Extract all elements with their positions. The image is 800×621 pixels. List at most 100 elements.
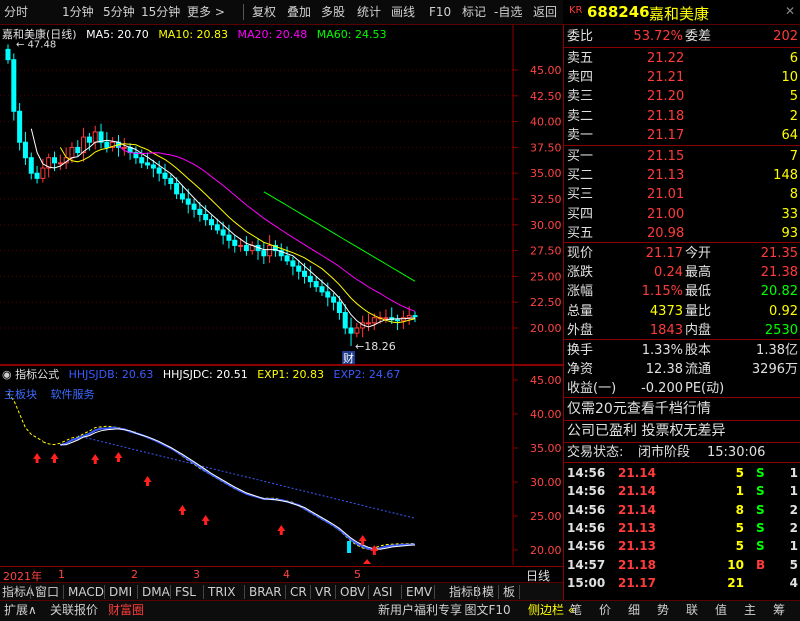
toolbar-tongji[interactable]: 统计 <box>357 3 381 21</box>
toolbar-fenshi[interactable]: 分时 <box>4 3 28 21</box>
ind-y-tick-label: 45.00 <box>530 374 562 387</box>
toolbar-diejia[interactable]: 叠加 <box>287 3 311 21</box>
bottom-right-tab[interactable]: 新用户福利专享 <box>378 602 462 618</box>
tick-time: 14:56 <box>567 539 606 554</box>
indicator-tab[interactable]: FSL <box>175 584 196 600</box>
bid-volume: 33 <box>781 206 798 222</box>
side-tool-icon[interactable]: 联 <box>686 602 698 618</box>
indicator-tab[interactable]: 模 <box>482 584 494 600</box>
ask-price: 21.18 <box>647 108 685 124</box>
bottom-right-tab[interactable]: 图文F10 <box>465 602 511 618</box>
stat2-row: 换手 1.33% 股本 1.38亿 <box>564 341 800 360</box>
main-chart-title: 嘉和美康(日线) <box>2 28 77 41</box>
toolbar-huaxian[interactable]: 画线 <box>391 3 415 21</box>
toolbar-biaoji[interactable]: 标记 <box>462 3 486 21</box>
indicator-settings-icon[interactable]: ◉ <box>2 368 12 381</box>
stat-value: 21.35 <box>760 246 798 261</box>
indicator-tab[interactable]: OBV <box>340 584 366 600</box>
indicator-tab[interactable]: DMI <box>109 584 132 600</box>
promo-profit-text[interactable]: 公司已盈利 投票权无差异 <box>567 422 725 441</box>
promo-qiandang-text[interactable]: 仅需20元查看千档行情 <box>567 400 711 419</box>
toolbar-more[interactable]: 更多 > <box>187 3 225 21</box>
candle-body <box>302 270 308 277</box>
indicator-tab[interactable]: 窗口 <box>35 584 59 600</box>
stat2-row: 净资 12.38 流通 3296万 <box>564 360 800 379</box>
side-tool-icon[interactable]: 势 <box>657 602 669 618</box>
bid-volume: 148 <box>773 168 798 184</box>
promo-profit[interactable]: 公司已盈利 投票权无差异 <box>564 422 800 441</box>
side-tool-icon[interactable]: 笔 <box>570 602 582 618</box>
stat-value: 2530 <box>764 322 798 338</box>
stock-name: 嘉和美康 <box>649 5 710 23</box>
bottom-right-tab[interactable]: 侧边栏 « <box>528 602 575 618</box>
toolbar-1min[interactable]: 1分钟 <box>62 3 94 21</box>
tick-row: 14:57 21.18 10 B 5 <box>564 556 800 575</box>
stat-label: 总量 <box>567 303 594 319</box>
indicator-tab[interactable]: CR <box>290 584 307 600</box>
x-label-2: 2 <box>131 568 138 581</box>
stat-row: 涨跌 0.24 最高 21.38 <box>564 263 800 282</box>
tick-time: 15:00 <box>567 575 606 590</box>
indicator-tab[interactable]: TRIX <box>208 584 235 600</box>
candle-body <box>365 322 371 325</box>
candle-body <box>28 157 34 174</box>
candle-body <box>354 327 360 334</box>
indicator-tab[interactable]: EMV <box>406 584 432 600</box>
tick-side: S <box>756 539 765 554</box>
candle-body <box>5 48 11 61</box>
bottom-tab[interactable]: 扩展∧ <box>4 602 37 618</box>
side-tool-icon[interactable]: 值 <box>715 602 727 618</box>
candle-body <box>17 110 23 143</box>
toolbar-duogu[interactable]: 多股 <box>321 3 345 21</box>
ad-link-software[interactable]: 软件服务 <box>51 388 95 401</box>
toolbar-fanhui[interactable]: 返回 <box>533 3 557 21</box>
tick-count: 4 <box>789 575 798 590</box>
side-tool-icon[interactable]: 细 <box>628 602 640 618</box>
weicha-label: 委差 <box>685 29 712 44</box>
side-tool-icon[interactable]: 筹 <box>773 602 785 618</box>
side-tool-icon[interactable]: 价 <box>599 602 611 618</box>
indicator-tab[interactable]: 板 <box>503 584 515 600</box>
tick-volume: 5 <box>735 539 744 554</box>
indicator-tab[interactable]: BRAR <box>249 584 282 600</box>
toolbar-5min[interactable]: 5分钟 <box>103 3 135 21</box>
trade-status-row: 交易状态: 闭市阶段 15:30:06 <box>564 443 800 462</box>
candle-body <box>395 319 401 322</box>
stat-value: 0.24 <box>654 265 683 281</box>
promo-qiandang[interactable]: 仅需20元查看千档行情 <box>564 400 800 419</box>
candle-body <box>75 146 81 154</box>
ask-volume: 64 <box>781 127 798 143</box>
ask-row: 卖一 21.17 64 <box>564 126 800 145</box>
stat-label: 现价 <box>567 246 594 261</box>
candle-body <box>179 193 185 200</box>
kline-chart[interactable]: 45.00 42.50 40.00 37.50 35.00 32.50 30.00 27.50… <box>0 25 563 365</box>
tick-time: 14:56 <box>567 466 606 480</box>
tick-side: S <box>756 502 765 517</box>
candle-body <box>191 203 197 210</box>
side-tool-icon[interactable]: 主 <box>744 602 756 618</box>
candle-body <box>104 141 110 148</box>
indicator-tab[interactable]: VR <box>315 584 332 600</box>
candle-body <box>86 136 92 143</box>
toolbar-fuquan[interactable]: 复权 <box>252 3 276 21</box>
bid-price: 20.98 <box>647 225 685 241</box>
indicator-tab[interactable]: ASI <box>373 584 392 600</box>
toolbar-15min[interactable]: 15分钟 <box>141 3 180 21</box>
indicator-tab[interactable]: DMA <box>142 584 170 600</box>
weibi-row: 委比 53.72% 委差 202 <box>564 27 800 46</box>
bottom-tab[interactable]: 财富圈 <box>108 602 144 618</box>
cai-label[interactable]: 财 <box>343 351 354 365</box>
tick-row: 14:56 21.13 5 S 1 <box>564 537 800 556</box>
toolbar-f10[interactable]: F10 <box>429 3 451 21</box>
ind-y-tick-label: 30.00 <box>530 476 562 489</box>
indicator-title[interactable]: 指标公式 <box>15 368 59 381</box>
close-icon[interactable]: ✕ <box>785 4 795 18</box>
toolbar-zixuan[interactable]: -自选 <box>494 3 522 21</box>
ma10-label: MA10: 20.83 <box>158 28 229 41</box>
indicator-tab[interactable]: MACD <box>68 584 104 600</box>
ma20-label: MA20: 20.48 <box>237 28 308 41</box>
tick-side: B <box>756 557 766 572</box>
x-axis: 2021年 1 2 3 4 5 日线 <box>0 566 563 583</box>
ad-link-main-board[interactable]: 主板块 <box>4 388 37 401</box>
bottom-tab[interactable]: 关联报价 <box>50 602 98 618</box>
